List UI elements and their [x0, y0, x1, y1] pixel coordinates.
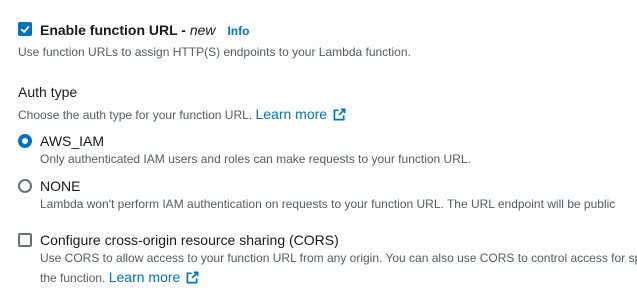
enable-function-url-label[interactable]: Enable function URL - new Info: [40, 23, 249, 37]
cors-description-line2-row: the function. Learn more: [40, 270, 199, 284]
auth-type-heading: Auth type: [18, 84, 78, 100]
auth-type-learn-more-link[interactable]: Learn more: [255, 106, 346, 122]
cors-learn-more-link[interactable]: Learn more: [109, 269, 200, 285]
auth-type-description: Choose the auth type for your function U…: [18, 108, 253, 122]
auth-type-learn-more-label: Learn more: [255, 106, 328, 122]
enable-function-url-checkbox[interactable]: [18, 22, 32, 36]
function-url-description: Use function URLs to assign HTTP(S) endp…: [18, 45, 411, 59]
cors-description-line1: Use CORS to allow access to your functio…: [40, 251, 637, 265]
auth-type-none-radio[interactable]: [18, 179, 32, 193]
new-badge: new: [189, 22, 216, 38]
auth-type-aws-iam-label[interactable]: AWS_IAM: [40, 134, 104, 148]
external-link-icon: [333, 108, 346, 121]
configure-cors-label[interactable]: Configure cross-origin resource sharing …: [40, 233, 339, 247]
auth-type-aws-iam-radio[interactable]: [18, 134, 32, 148]
configure-cors-checkbox[interactable]: [18, 233, 32, 247]
checkmark-icon: [20, 25, 30, 33]
enable-function-url-text: Enable function URL -: [40, 22, 190, 38]
external-link-icon: [186, 271, 199, 284]
auth-type-aws-iam-description: Only authenticated IAM users and roles c…: [40, 152, 471, 166]
auth-type-none-description: Lambda won't perform IAM authentication …: [40, 197, 616, 211]
info-link[interactable]: Info: [227, 24, 249, 38]
auth-type-description-row: Choose the auth type for your function U…: [18, 107, 346, 121]
auth-type-none-label[interactable]: NONE: [40, 179, 80, 193]
function-url-settings: Enable function URL - new Info Use funct…: [0, 0, 637, 297]
cors-learn-more-label: Learn more: [108, 269, 181, 285]
cors-description-line2: the function.: [40, 271, 106, 285]
